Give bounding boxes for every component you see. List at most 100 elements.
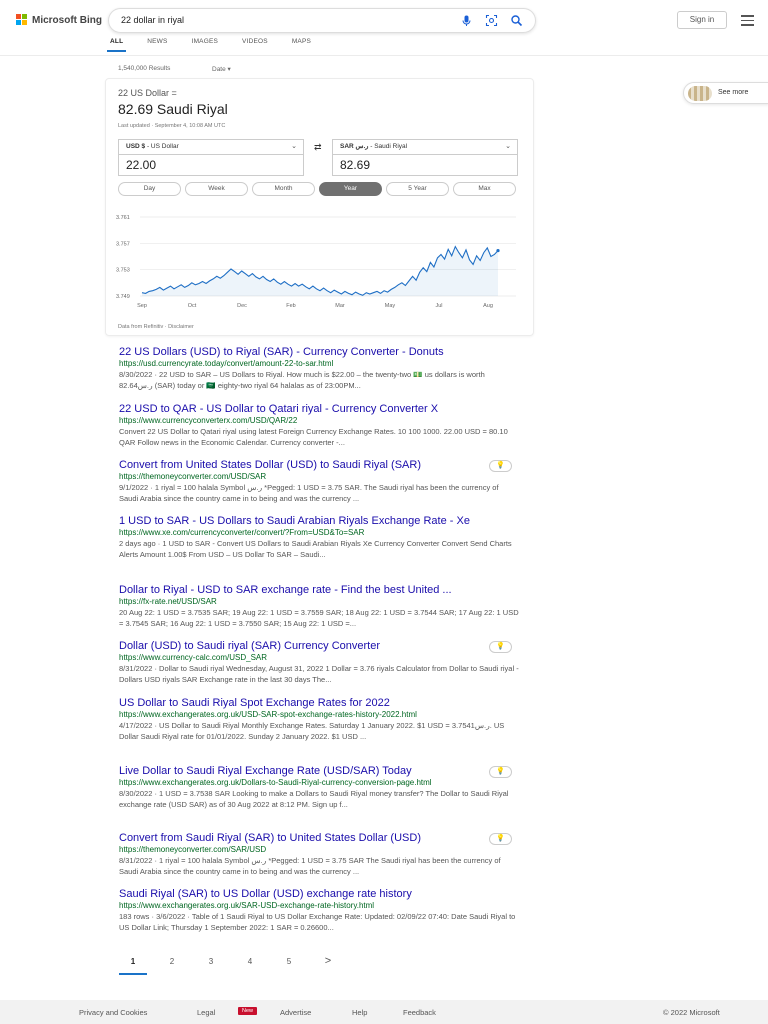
- page-4[interactable]: 4: [236, 957, 264, 975]
- search-result: 1 USD to SAR - US Dollars to Saudi Arabi…: [119, 515, 519, 560]
- page-3[interactable]: 3: [197, 957, 225, 975]
- chart-x-tick: Jul: [435, 303, 442, 309]
- result-snippet: 8/31/2022 · Dollar to Saudi riyal Wednes…: [119, 664, 519, 684]
- footer-help-link[interactable]: Help: [352, 1008, 367, 1017]
- result-title-link[interactable]: 1 USD to SAR - US Dollars to Saudi Arabi…: [119, 515, 519, 528]
- result-snippet: 4/17/2022 · US Dollar to Saudi Riyal Mon…: [119, 721, 505, 741]
- result-snippet: Convert 22 US Dollar to Qatari riyal usi…: [119, 427, 508, 447]
- search-result: Convert from Saudi Riyal (SAR) to United…: [119, 832, 519, 877]
- signin-button[interactable]: Sign in: [677, 11, 727, 29]
- result-url[interactable]: https://www.exchangerates.org.uk/Dollars…: [119, 778, 519, 788]
- range-max[interactable]: Max: [453, 182, 516, 196]
- footer-privacy-link[interactable]: Privacy and Cookies: [79, 1008, 147, 1017]
- search-icon[interactable]: [510, 14, 523, 27]
- result-snippet: 9/1/2022 · 1 riyal = 100 halala Symbol ر…: [119, 483, 499, 503]
- result-title-link[interactable]: Saudi Riyal (SAR) to US Dollar (USD) exc…: [119, 888, 519, 901]
- microsoft-logo-icon: [16, 14, 28, 26]
- search-result: Convert from United States Dollar (USD) …: [119, 459, 519, 504]
- see-more-thumbnail: [688, 86, 712, 101]
- result-url[interactable]: https://themoneyconverter.com/USD/SAR: [119, 472, 519, 482]
- from-currency-code: USD $: [126, 143, 146, 150]
- result-title-link[interactable]: Dollar to Riyal - USD to SAR exchange ra…: [119, 584, 519, 597]
- result-url[interactable]: https://fx-rate.net/USD/SAR: [119, 597, 519, 607]
- result-snippet: 20 Aug 22: 1 USD = 3.7535 SAR; 19 Aug 22…: [119, 608, 519, 628]
- result-title-link[interactable]: Convert from Saudi Riyal (SAR) to United…: [119, 832, 519, 845]
- range-5-year[interactable]: 5 Year: [386, 182, 449, 196]
- date-filter-dropdown[interactable]: Date ▾: [212, 65, 231, 73]
- search-result: Dollar to Riyal - USD to SAR exchange ra…: [119, 584, 519, 629]
- chart-x-tick: Aug: [483, 303, 493, 309]
- from-currency-name: - US Dollar: [145, 143, 179, 150]
- range-week[interactable]: Week: [185, 182, 248, 196]
- chart-x-tick: Dec: [237, 303, 247, 309]
- range-day[interactable]: Day: [118, 182, 181, 196]
- result-url[interactable]: https://www.exchangerates.org.uk/SAR-USD…: [119, 901, 519, 911]
- result-url[interactable]: https://www.xe.com/currencyconverter/con…: [119, 528, 519, 538]
- result-url[interactable]: https://www.currencyconverterx.com/USD/Q…: [119, 416, 519, 426]
- new-badge: New: [238, 1007, 258, 1015]
- range-year[interactable]: Year: [319, 182, 382, 196]
- footer: Privacy and Cookies Legal New Advertise …: [0, 1000, 768, 1024]
- bing-logo[interactable]: Microsoft Bing: [16, 14, 102, 26]
- tab-videos[interactable]: VIDEOS: [242, 38, 268, 52]
- footer-advertise-link[interactable]: Advertise: [280, 1008, 311, 1017]
- tab-news[interactable]: NEWS: [147, 38, 167, 52]
- see-more-button[interactable]: See more: [683, 82, 768, 104]
- chart-end-point: [496, 248, 500, 253]
- search-input[interactable]: 22 dollar in riyal: [121, 15, 184, 25]
- to-currency-select[interactable]: SAR ر.س - Saudi Riyal ⌄: [332, 139, 518, 154]
- result-title-link[interactable]: 22 USD to QAR - US Dollar to Qatari riya…: [119, 403, 519, 416]
- search-result: 22 US Dollars (USD) to Riyal (SAR) - Cur…: [119, 346, 519, 391]
- result-title-link[interactable]: Convert from United States Dollar (USD) …: [119, 459, 519, 472]
- tab-all[interactable]: ALL: [106, 38, 127, 52]
- visual-search-icon[interactable]: [485, 14, 498, 27]
- from-amount-input[interactable]: 22.00: [118, 154, 304, 176]
- pagination: 1 2 3 4 5 >: [119, 955, 353, 975]
- chart-x-tick: Sep: [137, 303, 147, 309]
- hamburger-icon[interactable]: [741, 15, 754, 29]
- range-month[interactable]: Month: [252, 182, 315, 196]
- result-url[interactable]: https://themoneyconverter.com/SAR/USD: [119, 845, 519, 855]
- result-title-link[interactable]: 22 US Dollars (USD) to Riyal (SAR) - Cur…: [119, 346, 519, 359]
- page-2[interactable]: 2: [158, 957, 186, 975]
- search-result: 22 USD to QAR - US Dollar to Qatari riya…: [119, 403, 519, 448]
- mic-icon[interactable]: [460, 14, 473, 27]
- result-snippet: 8/30/2022 · 22 USD to SAR – US Dollars t…: [119, 370, 485, 390]
- chart-y-tick: 3.749: [116, 294, 130, 300]
- next-page-button[interactable]: >: [314, 955, 342, 975]
- converter-from-line: 22 US Dollar =: [118, 88, 177, 98]
- chart-y-tick: 3.761: [116, 215, 130, 221]
- result-snippet: 8/31/2022 · 1 riyal = 100 halala Symbol …: [119, 856, 501, 876]
- from-currency-select[interactable]: USD $ - US Dollar ⌄: [118, 139, 304, 154]
- page-5[interactable]: 5: [275, 957, 303, 975]
- page-1[interactable]: 1: [119, 957, 147, 975]
- to-amount-input[interactable]: 82.69: [332, 154, 518, 176]
- result-url[interactable]: https://www.exchangerates.org.uk/USD-SAR…: [119, 710, 519, 720]
- tab-maps[interactable]: MAPS: [292, 38, 311, 52]
- footer-feedback-link[interactable]: Feedback: [403, 1008, 436, 1017]
- search-result: Saudi Riyal (SAR) to US Dollar (USD) exc…: [119, 888, 519, 933]
- logo-text: Microsoft Bing: [32, 14, 102, 26]
- data-source[interactable]: Data from Refinitiv · Disclaimer: [118, 324, 194, 330]
- insights-bulb-icon[interactable]: 💡: [489, 641, 512, 654]
- insights-bulb-icon[interactable]: 💡: [489, 833, 512, 846]
- swap-icon[interactable]: ⇄: [314, 142, 322, 153]
- result-title-link[interactable]: US Dollar to Saudi Riyal Spot Exchange R…: [119, 697, 519, 710]
- result-title-link[interactable]: Live Dollar to Saudi Riyal Exchange Rate…: [119, 765, 519, 778]
- insights-bulb-icon[interactable]: 💡: [489, 460, 512, 473]
- search-result: Live Dollar to Saudi Riyal Exchange Rate…: [119, 765, 519, 810]
- header: Microsoft Bing 22 dollar in riyal Sign i…: [0, 0, 768, 56]
- result-url[interactable]: https://www.currency-calc.com/USD_SAR: [119, 653, 519, 663]
- converter-updated: Last updated · September 4, 10:08 AM UTC: [118, 123, 226, 129]
- chart-x-tick: Oct: [188, 303, 197, 309]
- result-snippet: 2 days ago · 1 USD to SAR - Convert US D…: [119, 539, 512, 559]
- result-url[interactable]: https://usd.currencyrate.today/convert/a…: [119, 359, 519, 369]
- tab-images[interactable]: IMAGES: [192, 38, 218, 52]
- search-result: Dollar (USD) to Saudi riyal (SAR) Curren…: [119, 640, 519, 685]
- result-title-link[interactable]: Dollar (USD) to Saudi riyal (SAR) Curren…: [119, 640, 519, 653]
- search-result: US Dollar to Saudi Riyal Spot Exchange R…: [119, 697, 519, 742]
- insights-bulb-icon[interactable]: 💡: [489, 766, 512, 779]
- footer-legal-link[interactable]: Legal: [197, 1008, 215, 1017]
- chart-x-tick: May: [385, 303, 396, 309]
- search-box[interactable]: 22 dollar in riyal: [108, 8, 536, 33]
